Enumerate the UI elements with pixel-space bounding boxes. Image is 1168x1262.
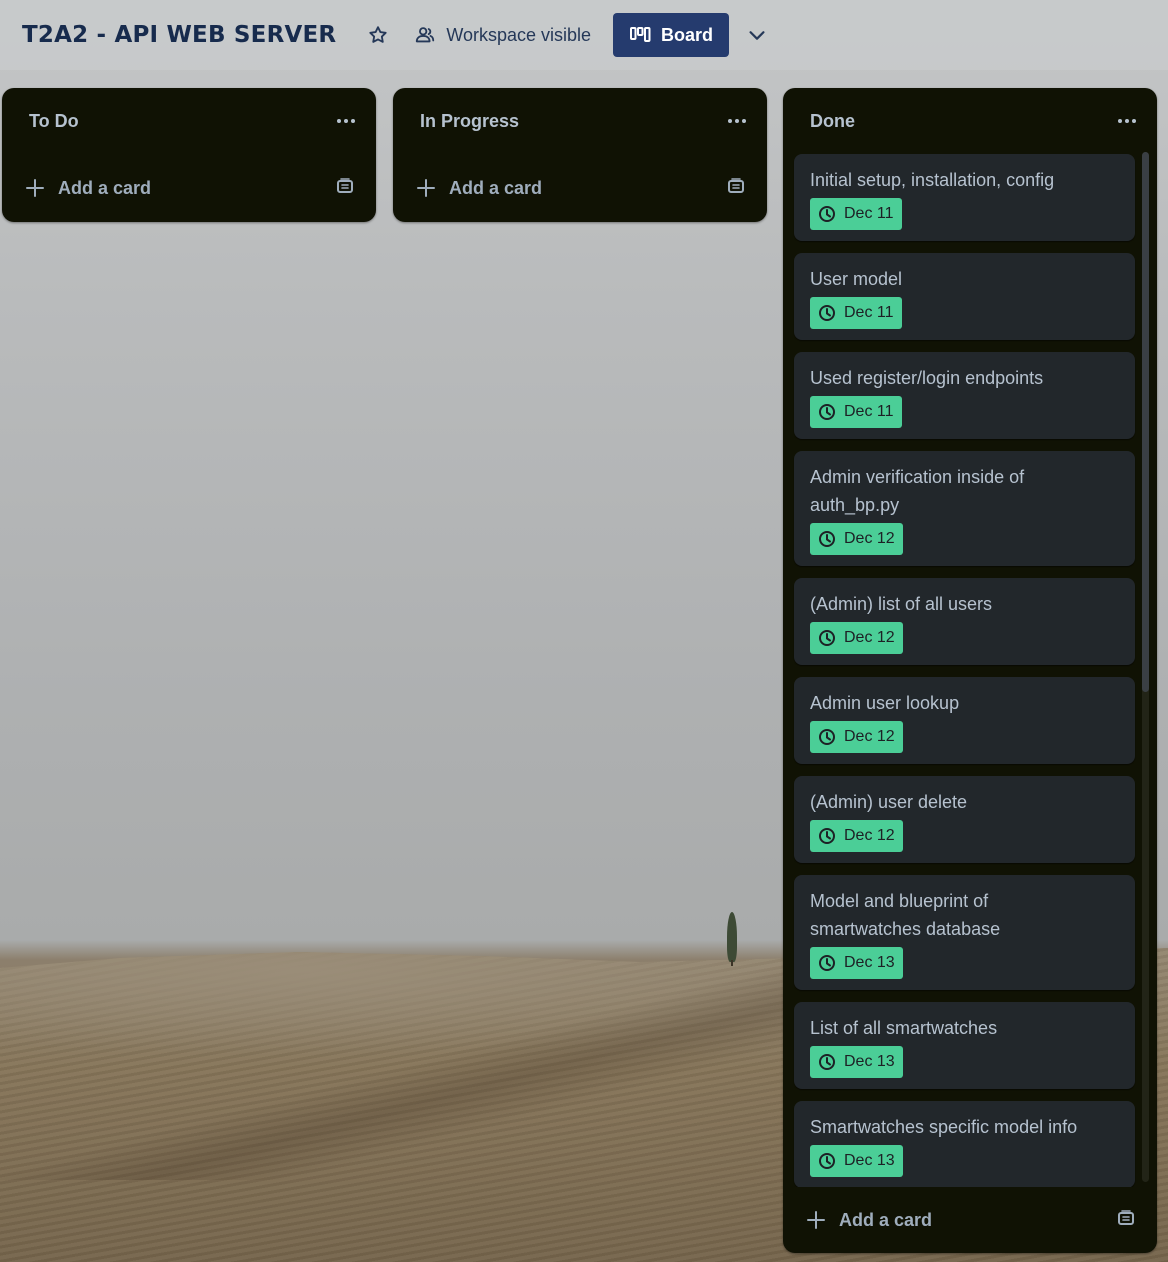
card-title: Initial setup, installation, config <box>810 170 1055 190</box>
due-date-badge[interactable]: Dec 11 <box>810 297 902 329</box>
plus-icon <box>807 1211 825 1229</box>
due-date-label: Dec 12 <box>844 629 895 646</box>
add-card-button[interactable]: Add a card <box>417 178 542 199</box>
clock-icon <box>819 305 835 321</box>
plus-icon <box>417 179 435 197</box>
create-from-template-button[interactable] <box>727 177 745 200</box>
list-menu-button[interactable] <box>723 107 751 135</box>
due-date-label: Dec 13 <box>844 1053 895 1070</box>
board-icon <box>630 27 651 42</box>
board-header: T2A2 - API WEB SERVER Workspace visible … <box>0 0 1168 70</box>
create-from-template-button[interactable] <box>1117 1209 1135 1232</box>
due-date-label: Dec 12 <box>844 827 895 844</box>
list-header: In Progress <box>393 88 767 154</box>
due-date-label: Dec 13 <box>844 1152 895 1169</box>
star-button[interactable] <box>358 13 398 57</box>
ellipsis-icon <box>728 119 746 123</box>
due-date-badge[interactable]: Dec 13 <box>810 1046 903 1078</box>
board-title[interactable]: T2A2 - API WEB SERVER <box>22 22 336 48</box>
card-title: Admin user lookup <box>810 693 960 713</box>
list-header: Done <box>783 88 1157 154</box>
card-title: User model <box>810 269 903 289</box>
due-date-badge[interactable]: Dec 12 <box>810 523 903 555</box>
add-card-label: Add a card <box>839 1209 933 1230</box>
card[interactable]: List of all smartwatches Dec 13 <box>794 1002 1135 1089</box>
add-card-label: Add a card <box>449 177 543 198</box>
card[interactable]: Smartwatches specific model info Dec 13 <box>794 1101 1135 1187</box>
clock-icon <box>819 828 835 844</box>
add-card-button[interactable]: Add a card <box>26 178 151 199</box>
template-icon <box>337 177 353 193</box>
plus-icon <box>26 179 44 197</box>
due-date-label: Dec 12 <box>844 728 895 745</box>
list-title[interactable]: Done <box>810 111 855 132</box>
visibility-button[interactable]: Workspace visible <box>406 13 599 57</box>
due-date-badge[interactable]: Dec 12 <box>810 721 903 753</box>
due-date-badge[interactable]: Dec 13 <box>810 1145 903 1177</box>
template-icon <box>728 177 744 193</box>
due-date-badge[interactable]: Dec 13 <box>810 947 903 979</box>
due-date-label: Dec 11 <box>844 304 894 321</box>
clock-icon <box>819 206 835 222</box>
due-date-badge[interactable]: Dec 11 <box>810 396 902 428</box>
clock-icon <box>819 531 835 547</box>
card[interactable]: (Admin) list of all users Dec 12 <box>794 578 1135 665</box>
add-card-row: Add a card <box>783 1187 1157 1253</box>
card[interactable]: Used register/login endpoints Dec 11 <box>794 352 1135 439</box>
list-menu-button[interactable] <box>332 107 360 135</box>
card[interactable]: Admin verification inside of auth_bp.py … <box>794 451 1135 566</box>
due-date-badge[interactable]: Dec 12 <box>810 622 903 654</box>
clock-icon <box>819 404 835 420</box>
background-tree <box>727 912 737 966</box>
ellipsis-icon <box>337 119 355 123</box>
card-title: Used register/login endpoints <box>810 368 1044 388</box>
list-to-do: To Do Add a card <box>2 88 376 222</box>
due-date-label: Dec 11 <box>844 403 894 420</box>
board-view-label: Board <box>661 24 714 45</box>
visibility-label: Workspace visible <box>446 24 592 45</box>
list-title[interactable]: In Progress <box>420 111 519 132</box>
list-done: Done Initial setup, installation, config… <box>783 88 1157 1253</box>
card-title: List of all smartwatches <box>810 1018 998 1038</box>
list-in-progress: In Progress Add a card <box>393 88 767 222</box>
due-date-label: Dec 12 <box>844 530 895 547</box>
template-icon <box>1118 1209 1134 1225</box>
card[interactable]: Admin user lookup Dec 12 <box>794 677 1135 764</box>
due-date-badge[interactable]: Dec 12 <box>810 820 903 852</box>
create-from-template-button[interactable] <box>336 177 354 200</box>
card-title: Model and blueprint of smartwatches data… <box>810 891 1001 939</box>
list-header: To Do <box>2 88 376 154</box>
card[interactable]: (Admin) user delete Dec 12 <box>794 776 1135 863</box>
card[interactable]: Model and blueprint of smartwatches data… <box>794 875 1135 990</box>
list-title[interactable]: To Do <box>29 111 79 132</box>
star-icon <box>369 26 387 43</box>
list-menu-button[interactable] <box>1113 107 1141 135</box>
add-card-row: Add a card <box>2 154 376 222</box>
workspace-icon <box>416 27 435 43</box>
chevron-down-icon <box>749 31 765 40</box>
add-card-button[interactable]: Add a card <box>807 1210 932 1231</box>
clock-icon <box>819 630 835 646</box>
clock-icon <box>819 1054 835 1070</box>
card[interactable]: Initial setup, installation, config Dec … <box>794 154 1135 241</box>
card-title: (Admin) list of all users <box>810 594 993 614</box>
card-title: (Admin) user delete <box>810 792 968 812</box>
add-card-label: Add a card <box>58 177 152 198</box>
due-date-label: Dec 11 <box>844 205 894 222</box>
card[interactable]: User model Dec 11 <box>794 253 1135 340</box>
ellipsis-icon <box>1118 119 1136 123</box>
board-view-button[interactable]: Board <box>613 13 730 57</box>
view-switcher-button[interactable] <box>737 13 777 57</box>
card-title: Smartwatches specific model info <box>810 1117 1078 1137</box>
card-list: Initial setup, installation, config Dec … <box>783 154 1157 1187</box>
add-card-row: Add a card <box>393 154 767 222</box>
clock-icon <box>819 955 835 971</box>
card-title: Admin verification inside of auth_bp.py <box>810 467 1025 515</box>
due-date-label: Dec 13 <box>844 954 895 971</box>
clock-icon <box>819 1153 835 1169</box>
clock-icon <box>819 729 835 745</box>
due-date-badge[interactable]: Dec 11 <box>810 198 902 230</box>
